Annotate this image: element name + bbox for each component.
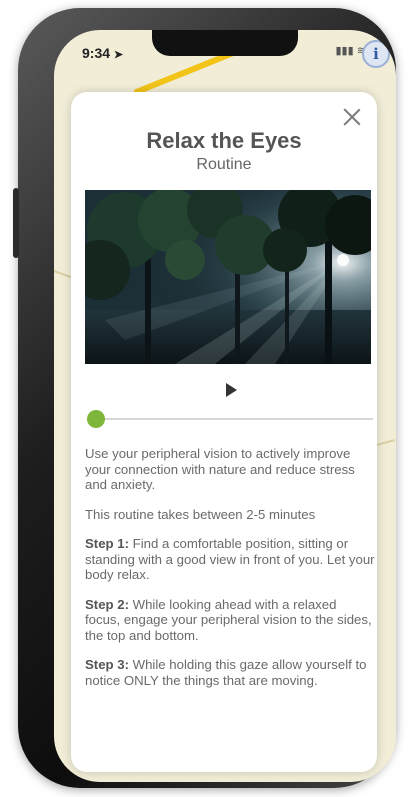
status-time: 9:34 ➤ — [82, 45, 123, 61]
step-item: Step 3: While holding this gaze allow yo… — [85, 657, 375, 688]
step-item: Step 1: Find a comfortable position, sit… — [85, 536, 375, 583]
duration-text: This routine takes between 2-5 minutes — [85, 506, 316, 522]
progress-thumb[interactable] — [87, 410, 105, 428]
status-time-text: 9:34 — [82, 45, 111, 61]
routine-modal: Relax the Eyes Routine Use your peripher… — [71, 92, 377, 772]
close-icon[interactable] — [341, 106, 363, 128]
notch — [152, 30, 298, 56]
step-text: Find a comfortable position, sitting or … — [85, 536, 375, 582]
phone-frame: 9:34 ➤ ▮▮▮ ≋ ▬ i ■ ■ ■ ■ Relax the Eyes … — [13, 8, 396, 788]
step-label: Step 3: — [85, 657, 129, 672]
routine-description: Use your peripheral vision to actively i… — [85, 446, 375, 702]
forest-image — [85, 190, 371, 364]
modal-subtitle: Routine — [196, 156, 252, 173]
modal-title: Relax the Eyes — [146, 128, 302, 153]
location-arrow-icon: ➤ — [113, 49, 124, 61]
step-item: Step 2: While looking ahead with a relax… — [85, 597, 375, 644]
progress-track[interactable] — [91, 418, 373, 420]
step-text: While looking ahead with a relaxed focus… — [85, 596, 372, 643]
forest-illustration — [85, 190, 371, 364]
play-icon[interactable] — [226, 383, 237, 397]
signal-icon: ▮▮▮ — [335, 45, 354, 57]
intro-text: Use your peripheral vision to actively i… — [85, 446, 355, 492]
side-button — [13, 188, 19, 258]
step-label: Step 2: — [85, 596, 129, 612]
step-label: Step 1: — [85, 536, 129, 551]
info-icon[interactable]: i — [362, 40, 390, 68]
phone-screen: 9:34 ➤ ▮▮▮ ≋ ▬ i ■ ■ ■ ■ Relax the Eyes … — [54, 30, 396, 782]
